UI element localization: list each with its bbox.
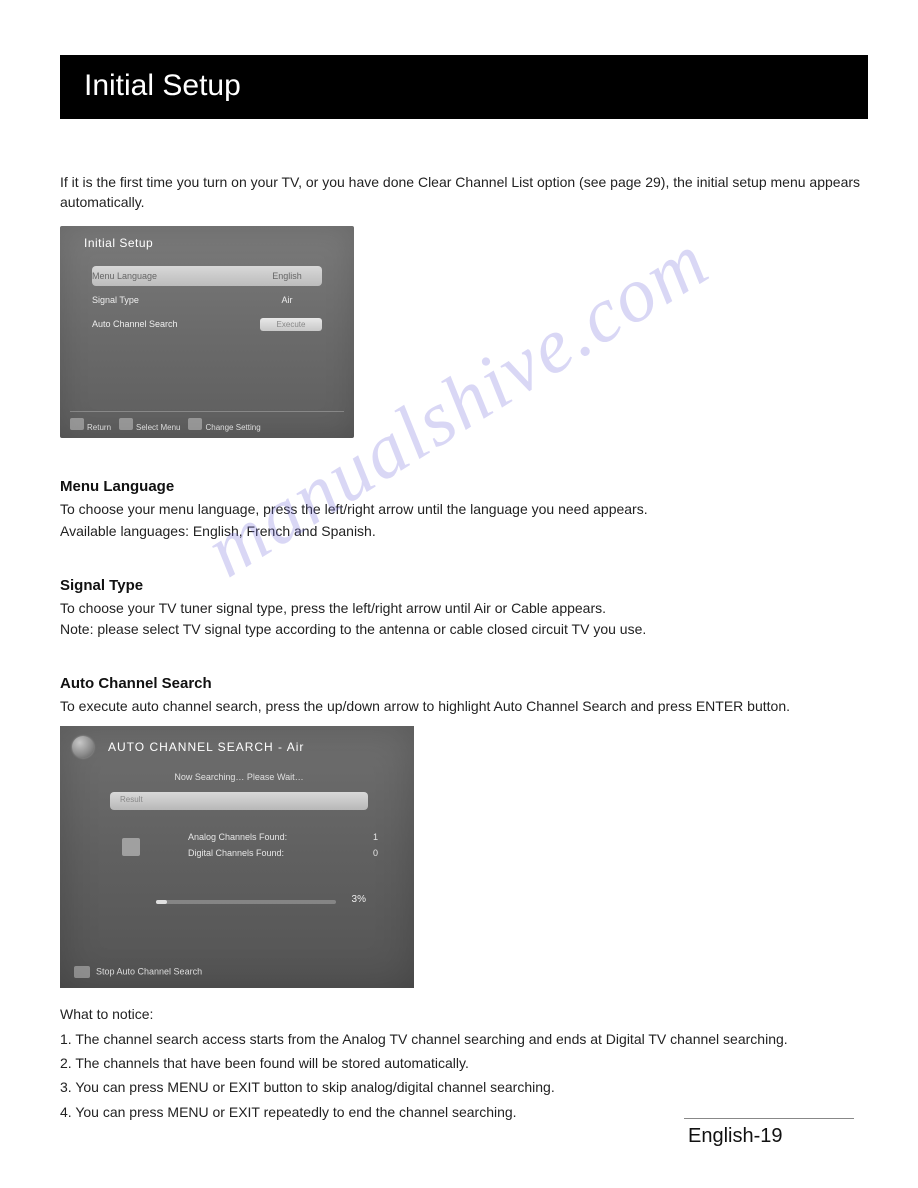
heading-signal-type: Signal Type — [60, 577, 868, 594]
arrows-key-icon — [119, 418, 133, 430]
osd1-return-hint: Return — [70, 418, 111, 432]
notice-item-2: 2. The channels that have been found wil… — [60, 1052, 868, 1074]
menu-key-icon — [70, 418, 84, 430]
osd1-auto-channel-label: Auto Channel Search — [92, 319, 260, 329]
osd2-percent: 3% — [352, 894, 366, 905]
tv-thumbnail-icon — [122, 838, 140, 856]
osd2-digital-label: Digital Channels Found: — [188, 848, 284, 858]
osd1-change-hint: Change Setting — [188, 418, 260, 432]
signal-type-text-1: To choose your TV tuner signal type, pre… — [60, 598, 868, 620]
menu-key-icon — [74, 966, 90, 978]
notice-item-3: 3. You can press MENU or EXIT button to … — [60, 1076, 868, 1098]
intro-paragraph: If it is the first time you turn on your… — [60, 173, 868, 212]
notice-item-1: 1. The channel search access starts from… — [60, 1028, 868, 1050]
osd2-result-bar: Result — [110, 792, 368, 810]
osd1-select-hint: Select Menu — [119, 418, 180, 432]
signal-type-text-2: Note: please select TV signal type accor… — [60, 619, 868, 641]
page-number: English-19 — [688, 1118, 858, 1148]
osd1-row-signal-type: Signal Type Air — [92, 290, 322, 310]
page-title: Initial Setup — [84, 69, 241, 102]
osd1-row-auto-channel: Auto Channel Search Execute — [92, 314, 322, 334]
heading-menu-language: Menu Language — [60, 478, 868, 495]
menu-language-text-1: To choose your menu language, press the … — [60, 499, 868, 521]
osd2-progress-fill — [156, 900, 167, 904]
notice-list: 1. The channel search access starts from… — [60, 1028, 868, 1124]
menu-language-text-2: Available languages: English, French and… — [60, 521, 868, 543]
osd1-menu-language-label: Menu Language — [92, 271, 252, 281]
osd2-analog-value: 1 — [373, 832, 378, 842]
osd2-analog-row: Analog Channels Found: 1 — [188, 832, 378, 842]
osd2-analog-label: Analog Channels Found: — [188, 832, 287, 842]
osd-initial-setup: Initial Setup Menu Language English Sign… — [60, 226, 354, 438]
osd2-footer: Stop Auto Channel Search — [74, 966, 202, 978]
osd1-row-menu-language: Menu Language English — [92, 266, 322, 286]
osd1-menu-language-value: English — [252, 271, 322, 281]
notice-heading: What to notice: — [60, 1006, 868, 1022]
osd2-status: Now Searching… Please Wait… — [80, 772, 398, 782]
osd-auto-channel-search: AUTO CHANNEL SEARCH - Air Now Searching…… — [60, 726, 414, 988]
lr-key-icon — [188, 418, 202, 430]
auto-channel-text-1: To execute auto channel search, press th… — [60, 696, 868, 718]
osd2-title: AUTO CHANNEL SEARCH - Air — [108, 740, 398, 754]
globe-icon — [72, 736, 94, 758]
osd2-progress-bar — [156, 900, 336, 904]
osd2-digital-row: Digital Channels Found: 0 — [188, 848, 378, 858]
osd2-digital-value: 0 — [373, 848, 378, 858]
osd1-footer: Return Select Menu Change Setting — [70, 411, 344, 432]
heading-auto-channel: Auto Channel Search — [60, 675, 868, 692]
page-header: Initial Setup — [60, 55, 868, 119]
osd1-signal-type-label: Signal Type — [92, 295, 252, 305]
osd1-signal-type-value: Air — [252, 295, 322, 305]
osd1-execute-button: Execute — [260, 318, 322, 331]
osd1-title: Initial Setup — [84, 236, 340, 250]
